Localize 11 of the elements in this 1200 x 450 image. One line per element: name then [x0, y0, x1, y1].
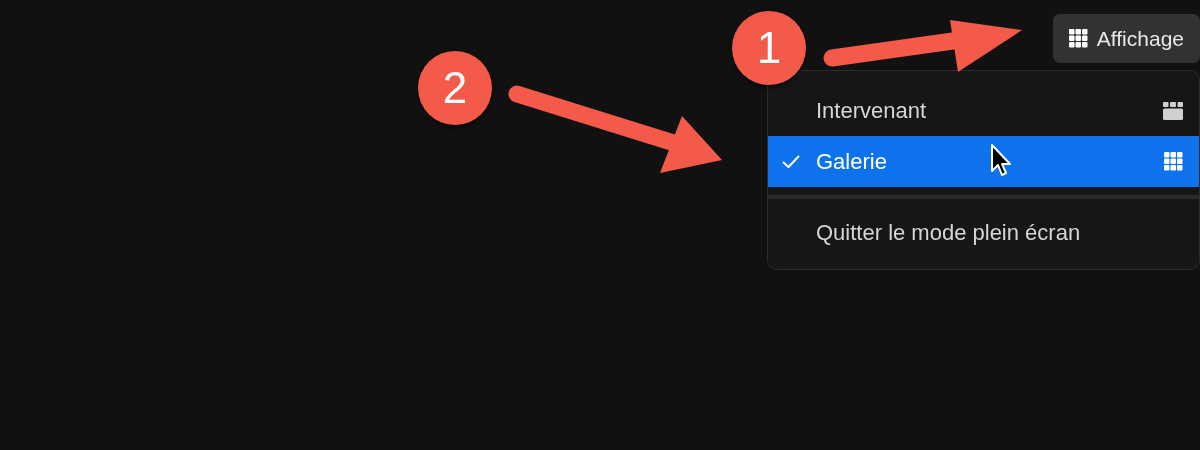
speaker-view-icon	[1163, 101, 1183, 120]
grid-icon	[1164, 152, 1183, 171]
menu-item[interactable]: Intervenant	[768, 85, 1199, 136]
cursor-icon	[990, 143, 1012, 179]
step-number: 2	[418, 51, 492, 125]
menu-item[interactable]: Quitter le mode plein écran	[768, 207, 1199, 258]
menu-item[interactable]: Galerie	[768, 136, 1199, 187]
grid-icon	[1068, 29, 1088, 48]
step-number: 1	[732, 11, 806, 85]
checkmark-icon	[782, 154, 800, 169]
view-button[interactable]: Affichage	[1052, 14, 1200, 63]
